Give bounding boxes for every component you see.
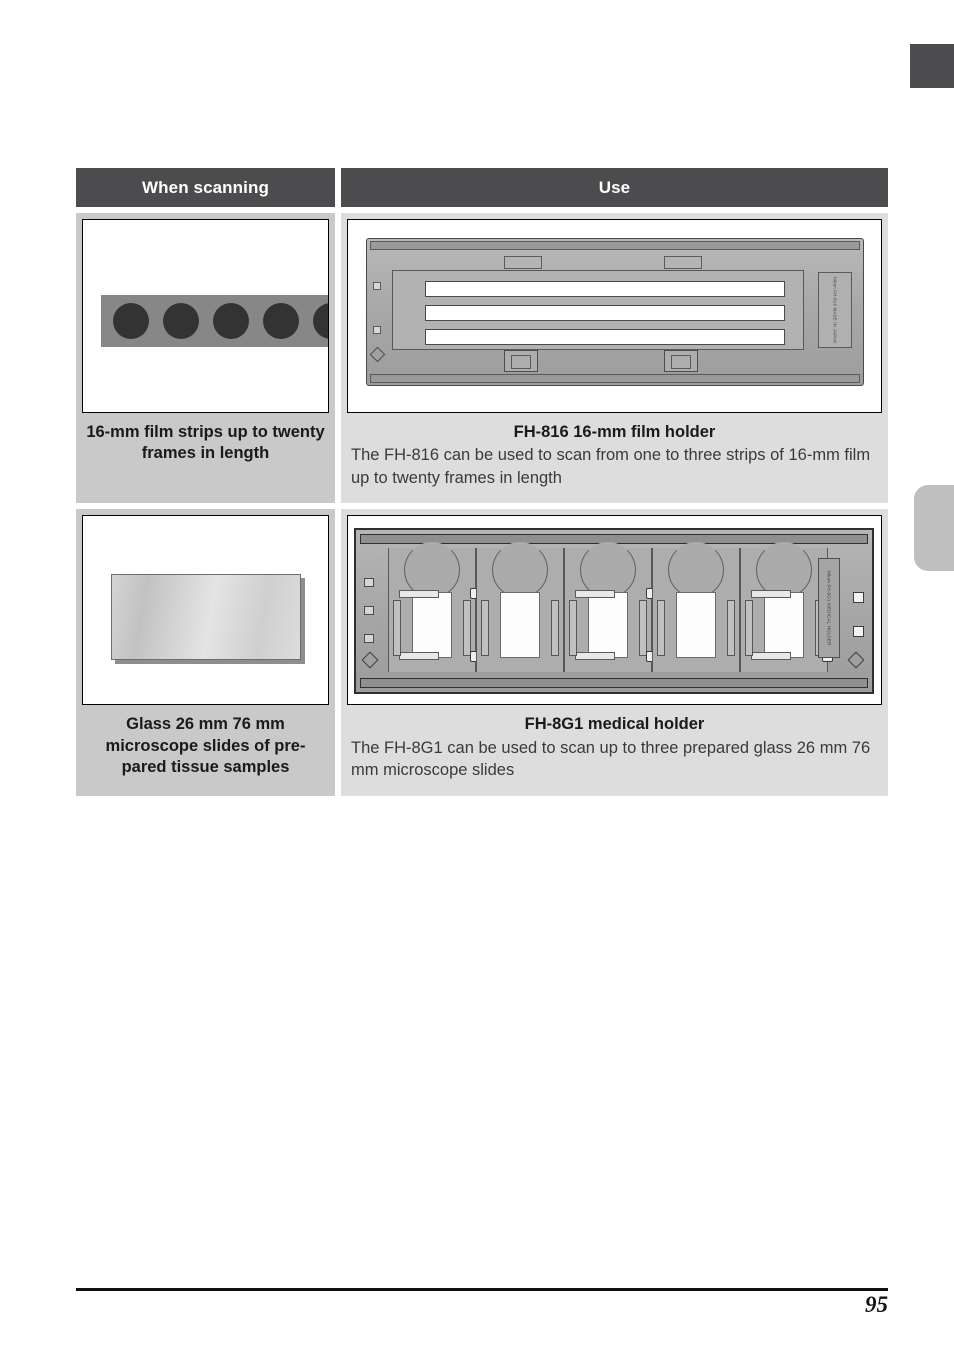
holder-side-notch — [373, 326, 381, 334]
bay-post — [551, 600, 559, 657]
film-slot — [425, 305, 785, 321]
row2-right-body: The FH-8G1 can be used to scan up to thr… — [351, 738, 871, 780]
film-frame-circle — [113, 303, 149, 339]
row2-use-cell: Nikon FH-8G1 MEDICAL HOLDER FH-8G1 medic… — [341, 509, 888, 796]
holder-side-notch — [364, 634, 374, 644]
bay-post — [569, 600, 577, 657]
bay-clamp-bar — [575, 590, 615, 599]
bay-clamp-bar — [399, 590, 439, 599]
film-frame-circle — [163, 303, 199, 339]
holder-side-notch — [364, 606, 374, 616]
film-frame-circle — [213, 303, 249, 339]
slide-bay — [564, 542, 657, 673]
page-side-thumb-tab — [914, 485, 954, 571]
holder-label-text: Nikon FH-8G1 MEDICAL HOLDER — [826, 570, 832, 646]
column-header-when-scanning: When scanning — [76, 168, 335, 207]
film-frame-circle — [313, 303, 328, 339]
table-row: 16-mm film strips up to twenty frames in… — [76, 213, 888, 504]
holder-label-text: Nikon FH-816 MADE IN JAPAN — [832, 276, 838, 344]
slide-bay — [740, 542, 833, 673]
film-strip-band — [101, 295, 328, 347]
row1-use-cell: Nikon FH-816 MADE IN JAPAN FH-816 16-mm … — [341, 213, 888, 504]
film-frame-circle — [263, 303, 299, 339]
row1-left-caption: 16-mm film strips up to twenty frames in… — [86, 423, 325, 463]
holder-clip — [664, 350, 698, 372]
holder-top-tab — [504, 256, 542, 269]
bay-post — [657, 600, 665, 657]
page-corner-tab — [910, 44, 954, 88]
glass-microscope-slide-illustration — [82, 515, 329, 706]
bay-post — [481, 600, 489, 657]
bay-circular-cutout — [668, 542, 724, 599]
film-slot — [425, 329, 785, 345]
holder-product-label: Nikon FH-8G1 MEDICAL HOLDER — [818, 558, 840, 659]
row2-when-scanning-cell: Glass 26 mm 76 mm microscope slides of p… — [76, 509, 335, 796]
holder-product-label: Nikon FH-816 MADE IN JAPAN — [818, 272, 852, 348]
holder-top-tab — [664, 256, 702, 269]
table-header-row: When scanning Use — [76, 168, 888, 207]
fh-8g1-holder-drawing: Nikon FH-8G1 MEDICAL HOLDER — [354, 528, 874, 695]
bay-clamp-bar — [751, 652, 791, 661]
row1-when-scanning-cell: 16-mm film strips up to twenty frames in… — [76, 213, 335, 504]
bay-clamp-bar — [751, 590, 791, 599]
holder-comparison-table: When scanning Use 16-mm film strips up t… — [76, 168, 888, 796]
holder-side-notch — [373, 282, 381, 290]
bay-post — [639, 600, 647, 657]
page-number: 95 — [865, 1292, 888, 1317]
holder-top-rail — [370, 241, 860, 250]
holder-film-bed — [392, 270, 804, 350]
film-slot — [425, 281, 785, 297]
holder-bottom-rail — [360, 678, 868, 689]
holder-right-notch — [853, 592, 864, 604]
fh-8g1-medical-holder-illustration: Nikon FH-8G1 MEDICAL HOLDER — [347, 515, 882, 706]
slide-bay — [388, 542, 481, 673]
fh-816-holder-drawing: Nikon FH-816 MADE IN JAPAN — [366, 238, 864, 386]
fh-816-film-holder-illustration: Nikon FH-816 MADE IN JAPAN — [347, 219, 882, 413]
bay-clamp-bar — [575, 652, 615, 661]
holder-clip — [504, 350, 538, 372]
footer-rule — [76, 1288, 888, 1291]
bay-clamp-bar — [399, 652, 439, 661]
mounted-glass-slide — [412, 592, 452, 659]
table-row: Glass 26 mm 76 mm microscope slides of p… — [76, 509, 888, 796]
row2-right-title: FH-8G1 medical holder — [524, 715, 705, 734]
holder-side-notch — [364, 578, 374, 588]
16mm-film-strip-illustration — [82, 219, 329, 413]
mounted-glass-slide — [764, 592, 804, 659]
slide-bay — [652, 542, 740, 673]
bay-post — [463, 600, 471, 657]
slide-bay — [476, 542, 564, 673]
column-header-use: Use — [341, 168, 888, 207]
mounted-glass-slide — [588, 592, 628, 659]
bay-post — [727, 600, 735, 657]
glass-slide — [111, 574, 301, 661]
row2-left-caption: Glass 26 mm 76 mm microscope slides of p… — [105, 715, 306, 777]
row1-right-body: The FH-816 can be used to scan from one … — [351, 446, 871, 487]
bay-post — [393, 600, 401, 657]
bay-circular-cutout — [492, 542, 548, 599]
row1-right-title: FH-816 16-mm film holder — [513, 423, 716, 441]
empty-slide-window — [500, 592, 540, 659]
holder-right-notch — [853, 626, 864, 638]
empty-slide-window — [676, 592, 716, 659]
holder-bottom-rail — [370, 374, 860, 383]
bay-post — [745, 600, 753, 657]
